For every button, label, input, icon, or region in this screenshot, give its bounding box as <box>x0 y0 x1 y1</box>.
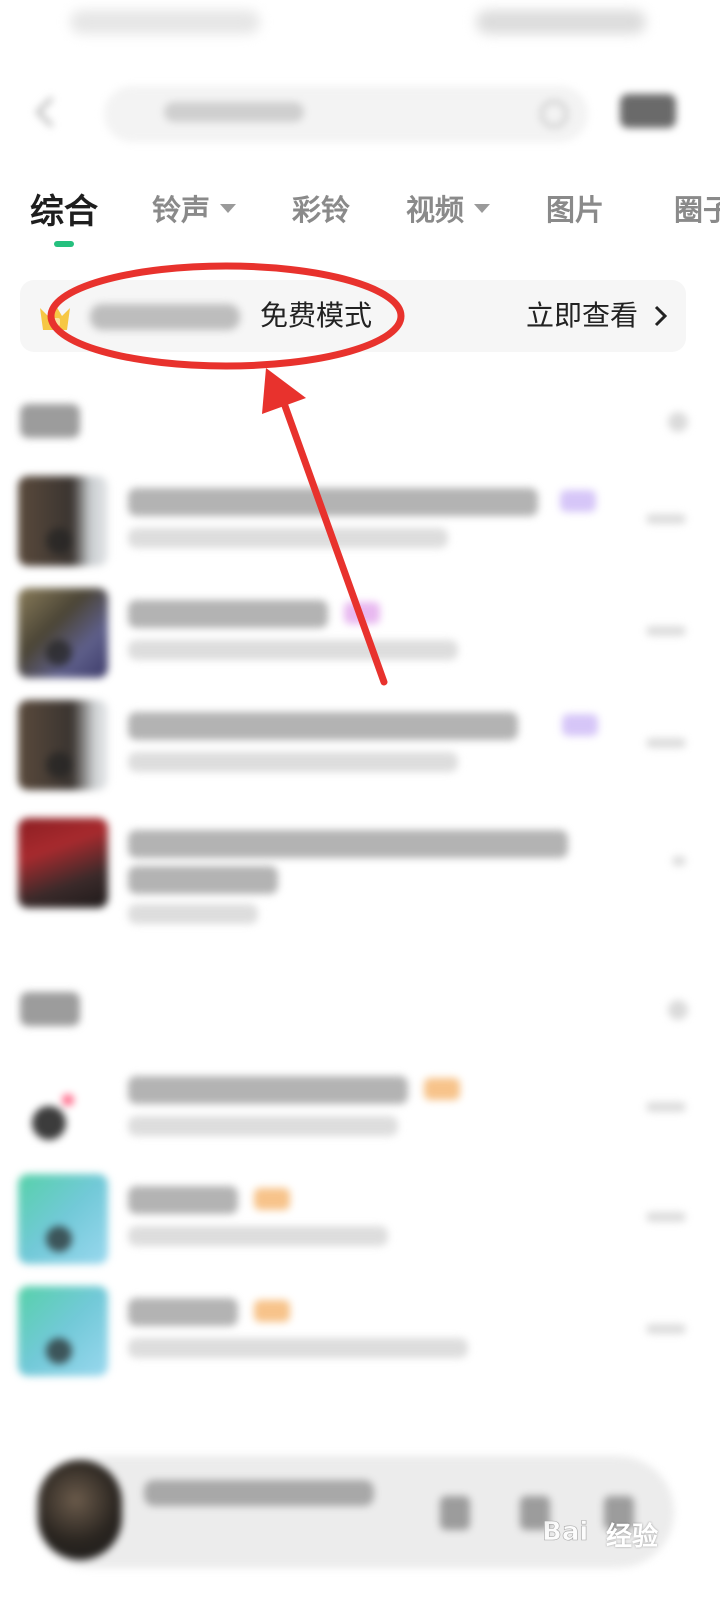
player-title <box>144 1480 374 1506</box>
search-button[interactable] <box>620 94 676 128</box>
tab-images[interactable]: 图片 <box>546 180 604 236</box>
banner-blurred-text <box>90 304 240 330</box>
watermark-text: 经验 <box>606 1522 659 1552</box>
back-icon[interactable] <box>30 94 60 130</box>
tab-label: 圈子 <box>674 193 720 227</box>
caret-down-icon <box>220 203 237 213</box>
list-item[interactable] <box>0 1286 720 1386</box>
track-meta <box>128 640 458 660</box>
tab-ringtone[interactable]: 铃声 <box>152 180 237 236</box>
status-icons <box>476 10 646 34</box>
chevron-right-icon[interactable] <box>654 304 668 328</box>
category-tabs: 综合 铃声 彩铃 视频 图片 圈子 <box>0 180 720 250</box>
track-title <box>128 830 568 858</box>
view-now-link[interactable]: 立即查看 <box>526 294 638 338</box>
search-input[interactable] <box>104 86 588 142</box>
more-icon[interactable] <box>646 626 686 636</box>
more-icon[interactable] <box>646 738 686 748</box>
status-bar <box>0 0 720 56</box>
watermark: Bai 经验 <box>540 1492 700 1572</box>
track-meta <box>128 1116 398 1136</box>
player-cover <box>38 1460 122 1560</box>
banner-text: 免费模式 <box>260 299 373 332</box>
track-meta <box>128 904 258 924</box>
tab-circle[interactable]: 圈子 <box>674 180 720 236</box>
play-icon[interactable] <box>46 640 72 666</box>
status-time <box>70 10 260 34</box>
section-header-color-ringtones <box>20 992 700 1032</box>
track-title <box>128 1076 408 1104</box>
track-meta <box>128 1226 388 1246</box>
track-badge <box>560 490 596 512</box>
track-thumbnail <box>18 588 108 678</box>
section-more-icon[interactable] <box>668 412 688 432</box>
tab-label: 视频 <box>406 193 465 227</box>
more-icon[interactable] <box>646 1324 686 1334</box>
track-meta <box>128 752 458 772</box>
list-item[interactable] <box>0 1174 720 1274</box>
track-title-line2 <box>128 866 278 894</box>
play-icon[interactable] <box>46 752 72 778</box>
list-item[interactable] <box>0 700 720 800</box>
list-item[interactable] <box>0 818 720 928</box>
more-icon[interactable] <box>646 1212 686 1222</box>
track-badge <box>424 1078 460 1100</box>
tab-label: 图片 <box>546 193 605 227</box>
more-icon[interactable] <box>646 1102 686 1112</box>
track-thumbnail <box>18 476 108 566</box>
section-title <box>20 404 80 438</box>
play-icon[interactable] <box>46 1338 72 1364</box>
free-mode-banner[interactable]: 免费模式 立即查看 <box>20 280 686 352</box>
play-pause-button[interactable] <box>440 1496 470 1530</box>
tab-video[interactable]: 视频 <box>406 180 491 236</box>
track-thumbnail <box>18 1174 108 1264</box>
track-meta <box>128 1338 468 1358</box>
track-badge <box>562 714 598 736</box>
track-title <box>128 1186 238 1214</box>
list-item[interactable] <box>0 588 720 688</box>
watermark-logo-icon: Bai <box>542 1517 589 1548</box>
tab-comprehensive[interactable]: 综合 <box>30 180 98 236</box>
search-query <box>164 102 304 122</box>
tab-color-ringtone[interactable]: 彩铃 <box>292 180 350 236</box>
section-title <box>20 992 80 1026</box>
track-meta <box>128 528 448 548</box>
tab-label: 综合 <box>30 191 98 232</box>
track-badge <box>254 1300 290 1322</box>
more-icon[interactable] <box>672 856 686 866</box>
track-badge <box>254 1188 290 1210</box>
track-title <box>128 600 328 628</box>
caret-down-icon <box>474 203 491 213</box>
section-header-ringtones <box>20 404 700 444</box>
track-thumbnail <box>18 1286 108 1376</box>
track-title <box>128 488 538 516</box>
list-item[interactable] <box>0 1064 720 1164</box>
track-title <box>128 712 518 740</box>
list-item[interactable] <box>0 476 720 576</box>
track-thumbnail <box>18 818 108 908</box>
track-thumbnail <box>18 700 108 790</box>
more-icon[interactable] <box>646 514 686 524</box>
play-icon[interactable] <box>46 1226 72 1252</box>
clear-icon[interactable] <box>540 100 568 128</box>
tab-label: 彩铃 <box>292 193 351 227</box>
section-more-icon[interactable] <box>668 1000 688 1020</box>
tab-indicator <box>54 241 74 247</box>
track-badge <box>344 602 380 624</box>
header <box>0 72 720 152</box>
track-title <box>128 1298 238 1326</box>
crown-icon <box>40 304 70 330</box>
play-icon[interactable] <box>46 528 72 554</box>
track-thumbnail <box>18 1064 108 1154</box>
svg-text:Bai: Bai <box>542 1517 588 1547</box>
tab-label: 铃声 <box>152 193 211 227</box>
